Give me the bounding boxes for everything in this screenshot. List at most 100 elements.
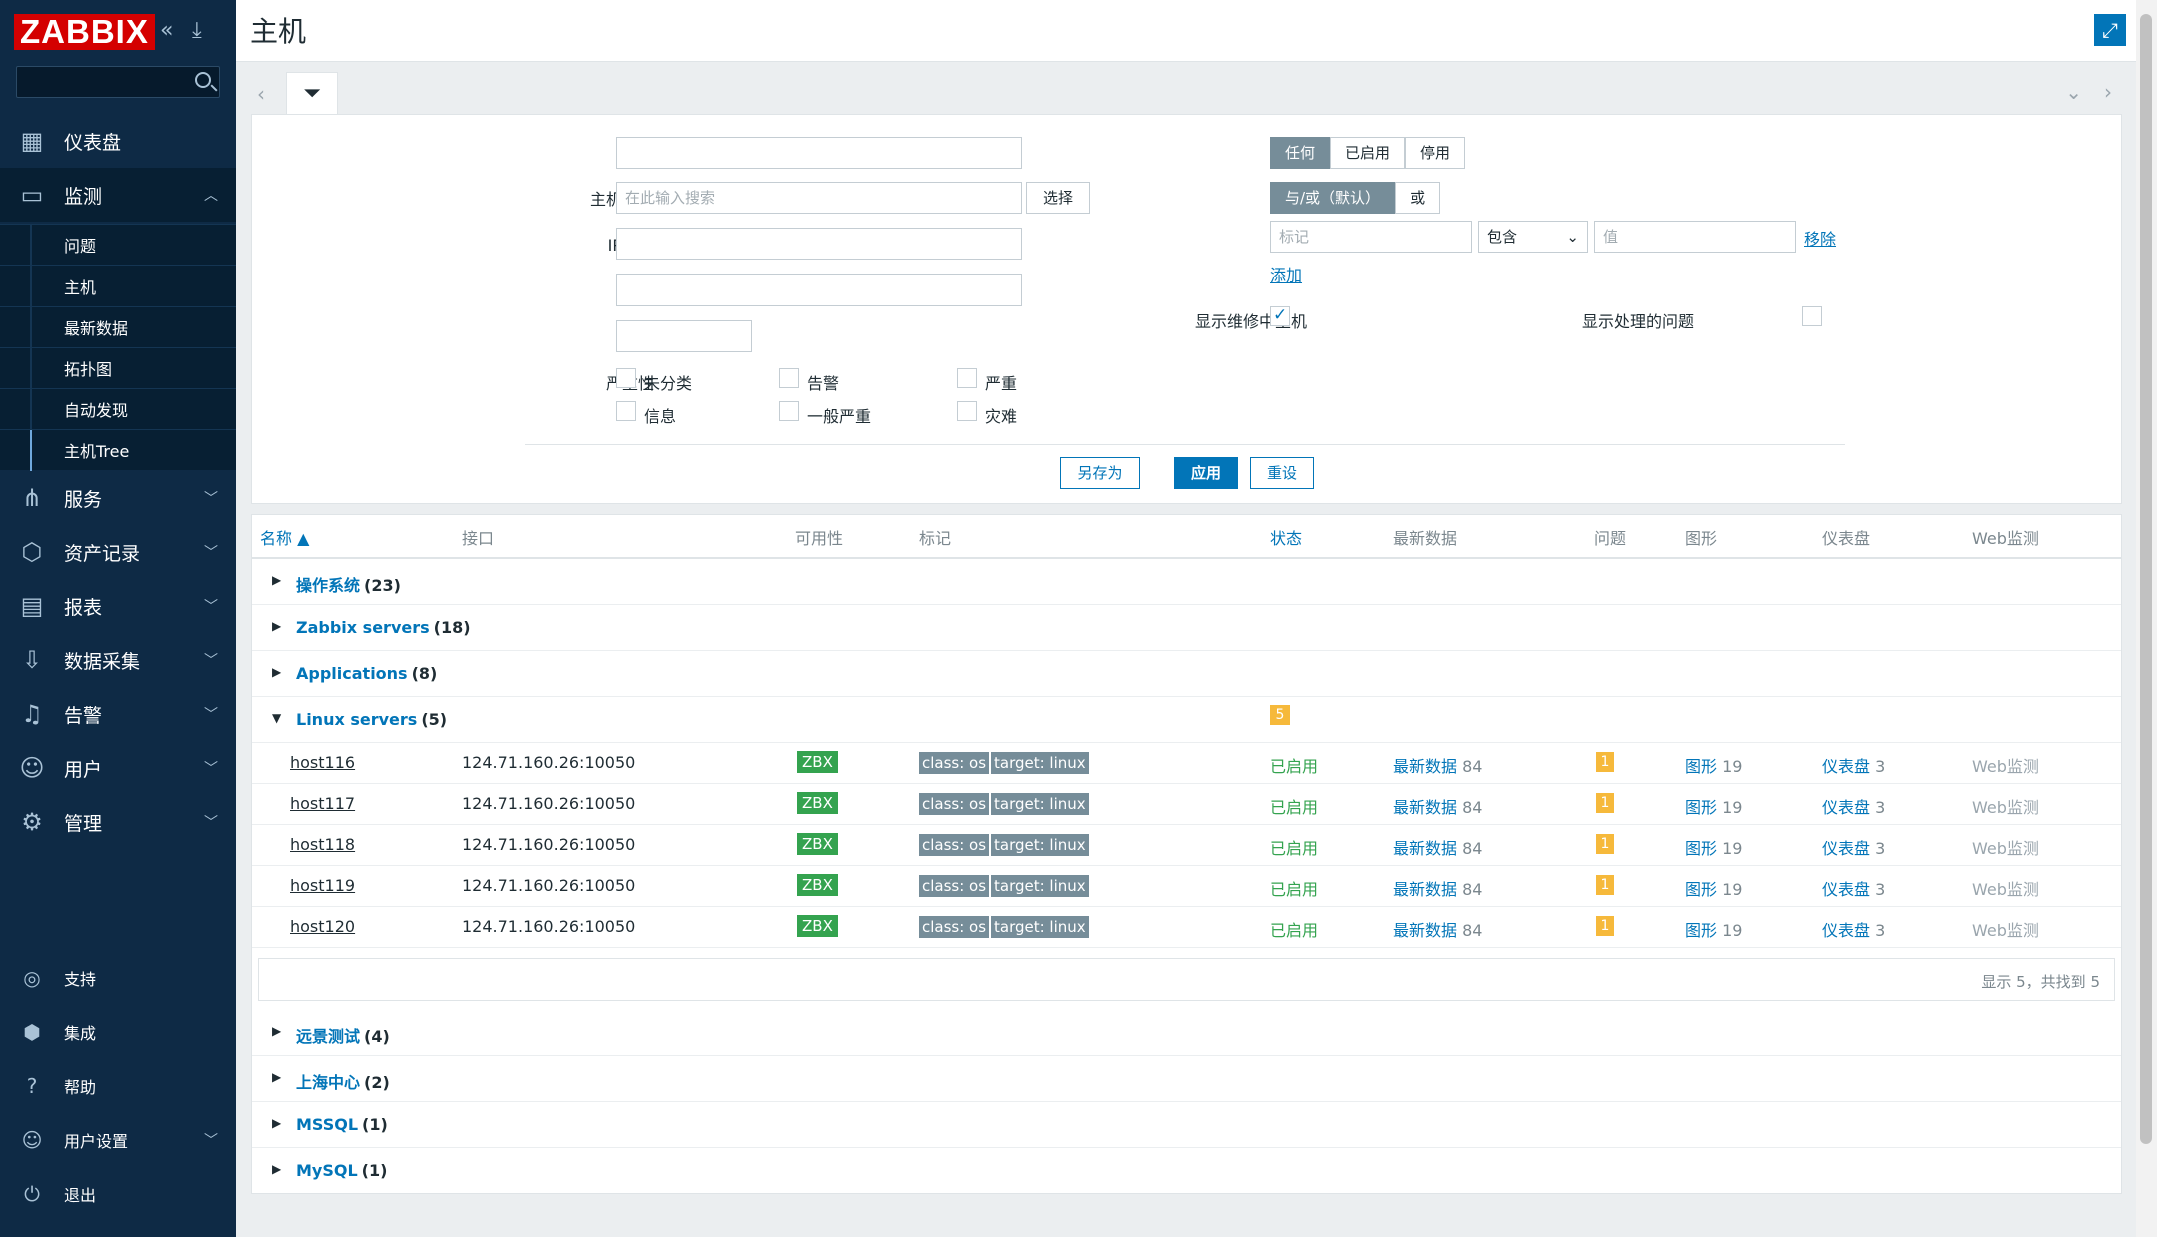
tag-badge[interactable]: class: os: [919, 834, 990, 856]
problem-count-badge[interactable]: 1: [1596, 752, 1614, 772]
expand-triangle-icon[interactable]: ▶: [272, 1116, 281, 1130]
menu-alerts[interactable]: ♫ 告警 ﹀: [0, 687, 236, 741]
add-tag-link[interactable]: 添加: [1270, 262, 1302, 286]
tag-badge[interactable]: class: os: [919, 875, 990, 897]
graphs-link[interactable]: 图形: [1685, 757, 1717, 776]
dashboards-link[interactable]: 仪表盘: [1822, 880, 1870, 899]
graphs-link[interactable]: 图形: [1685, 798, 1717, 817]
tag-value-input[interactable]: 值: [1594, 221, 1796, 253]
save-as-button[interactable]: 另存为: [1060, 457, 1140, 489]
graphs-link[interactable]: 图形: [1685, 880, 1717, 899]
dashboards-link[interactable]: 仪表盘: [1822, 921, 1870, 940]
expand-triangle-icon[interactable]: ▶: [272, 619, 281, 633]
expand-triangle-icon[interactable]: ▶: [272, 665, 281, 679]
severity-disaster-checkbox[interactable]: [957, 401, 977, 421]
page-scrollbar[interactable]: [2136, 0, 2157, 1237]
dns-input[interactable]: [616, 274, 1022, 306]
tag-badge[interactable]: class: os: [919, 752, 990, 774]
dashboards-link[interactable]: 仪表盘: [1822, 798, 1870, 817]
menu-integrations[interactable]: ⬢ 集成: [0, 1005, 236, 1059]
status-enabled-option[interactable]: 已启用: [1330, 137, 1406, 169]
expand-triangle-icon[interactable]: ▶: [272, 1024, 281, 1038]
submenu-latest-data[interactable]: 最新数据: [0, 306, 236, 348]
host-group-name[interactable]: MySQL: [296, 1161, 358, 1180]
host-group-name[interactable]: 操作系统: [296, 576, 360, 595]
tag-badge[interactable]: target: linux: [991, 875, 1089, 897]
latest-data-link[interactable]: 最新数据: [1393, 839, 1457, 858]
host-groups-input[interactable]: 在此输入搜索: [616, 182, 1022, 214]
submenu-maps[interactable]: 拓扑图: [0, 347, 236, 389]
host-status[interactable]: 已启用: [1270, 917, 1318, 941]
show-maintenance-checkbox[interactable]: [1270, 305, 1290, 326]
chevron-down-icon[interactable]: ⌄: [2065, 80, 2082, 104]
host-group-row[interactable]: ▶ MySQL (1): [252, 1148, 2121, 1194]
latest-data-link[interactable]: 最新数据: [1393, 921, 1457, 940]
host-status[interactable]: 已启用: [1270, 876, 1318, 900]
host-name-link[interactable]: host117: [290, 794, 355, 813]
tag-badge[interactable]: target: linux: [991, 752, 1089, 774]
latest-data-link[interactable]: 最新数据: [1393, 798, 1457, 817]
menu-reports[interactable]: ▤ 报表 ﹀: [0, 579, 236, 633]
submenu-problems[interactable]: 问题: [0, 224, 236, 266]
availability-badge[interactable]: ZBX: [797, 915, 838, 937]
name-input[interactable]: [616, 137, 1022, 169]
availability-badge[interactable]: ZBX: [797, 751, 838, 773]
apply-button[interactable]: 应用: [1174, 457, 1238, 489]
availability-badge[interactable]: ZBX: [797, 792, 838, 814]
select-host-groups-button[interactable]: 选择: [1026, 182, 1090, 214]
problem-count-badge[interactable]: 1: [1596, 834, 1614, 854]
host-name-link[interactable]: host116: [290, 753, 355, 772]
expand-triangle-icon[interactable]: ▶: [272, 573, 281, 587]
group-problem-badge[interactable]: 5: [1270, 705, 1290, 725]
show-suppressed-checkbox[interactable]: [1802, 306, 1822, 326]
tag-badge[interactable]: class: os: [919, 793, 990, 815]
tags-or-option[interactable]: 或: [1395, 182, 1441, 214]
host-name-link[interactable]: host120: [290, 917, 355, 936]
ip-input[interactable]: [616, 228, 1022, 260]
host-status[interactable]: 已启用: [1270, 753, 1318, 777]
status-disabled-option[interactable]: 停用: [1405, 137, 1466, 169]
problem-count-badge[interactable]: 1: [1596, 916, 1614, 936]
host-group-row[interactable]: ▶ Applications (8): [252, 651, 2121, 697]
chevron-left-icon[interactable]: ‹: [257, 82, 265, 106]
host-name-link[interactable]: host119: [290, 876, 355, 895]
search-icon[interactable]: [195, 72, 211, 88]
collapse-triangle-icon[interactable]: ▼: [272, 711, 281, 725]
remove-tag-link[interactable]: 移除: [1804, 226, 1836, 250]
tag-badge[interactable]: class: os: [919, 916, 990, 938]
expand-triangle-icon[interactable]: ▶: [272, 1070, 281, 1084]
sidebar-search-input[interactable]: [16, 66, 220, 98]
tag-badge[interactable]: target: linux: [991, 834, 1089, 856]
reset-button[interactable]: 重设: [1250, 457, 1314, 489]
menu-user-settings[interactable]: ☺ 用户设置 ﹀: [0, 1113, 236, 1167]
host-group-row[interactable]: ▶ 操作系统 (23): [252, 559, 2121, 605]
menu-users[interactable]: ☺ 用户 ﹀: [0, 741, 236, 795]
menu-inventory[interactable]: ⬡ 资产记录 ﹀: [0, 525, 236, 579]
problem-count-badge[interactable]: 1: [1596, 793, 1614, 813]
dashboards-link[interactable]: 仪表盘: [1822, 757, 1870, 776]
tags-and-or-option[interactable]: 与/或（默认）: [1270, 182, 1396, 214]
graphs-link[interactable]: 图形: [1685, 921, 1717, 940]
tag-operator-select[interactable]: 包含 ⌄: [1478, 221, 1588, 253]
submenu-host-tree[interactable]: 主机Tree: [0, 429, 236, 471]
tag-name-input[interactable]: 标记: [1270, 221, 1472, 253]
host-group-name[interactable]: Linux servers: [296, 710, 417, 729]
menu-sign-out[interactable]: ⏻ 退出: [0, 1167, 236, 1221]
submenu-discovery[interactable]: 自动发现: [0, 388, 236, 430]
menu-help[interactable]: ? 帮助: [0, 1059, 236, 1113]
tag-badge[interactable]: target: linux: [991, 793, 1089, 815]
zabbix-logo[interactable]: ZABBIX: [14, 14, 155, 50]
problem-count-badge[interactable]: 1: [1596, 875, 1614, 895]
submenu-hosts[interactable]: 主机: [0, 265, 236, 307]
latest-data-link[interactable]: 最新数据: [1393, 880, 1457, 899]
host-group-name[interactable]: Applications: [296, 664, 408, 683]
host-status[interactable]: 已启用: [1270, 835, 1318, 859]
availability-badge[interactable]: ZBX: [797, 874, 838, 896]
host-name-link[interactable]: host118: [290, 835, 355, 854]
scrollbar-thumb[interactable]: [2140, 14, 2152, 1144]
host-status[interactable]: 已启用: [1270, 794, 1318, 818]
kiosk-mode-icon[interactable]: ⤓: [192, 18, 202, 43]
menu-administration[interactable]: ⚙ 管理 ﹀: [0, 795, 236, 849]
host-group-name[interactable]: MSSQL: [296, 1115, 358, 1134]
collapse-sidebar-icon[interactable]: «: [160, 18, 173, 43]
